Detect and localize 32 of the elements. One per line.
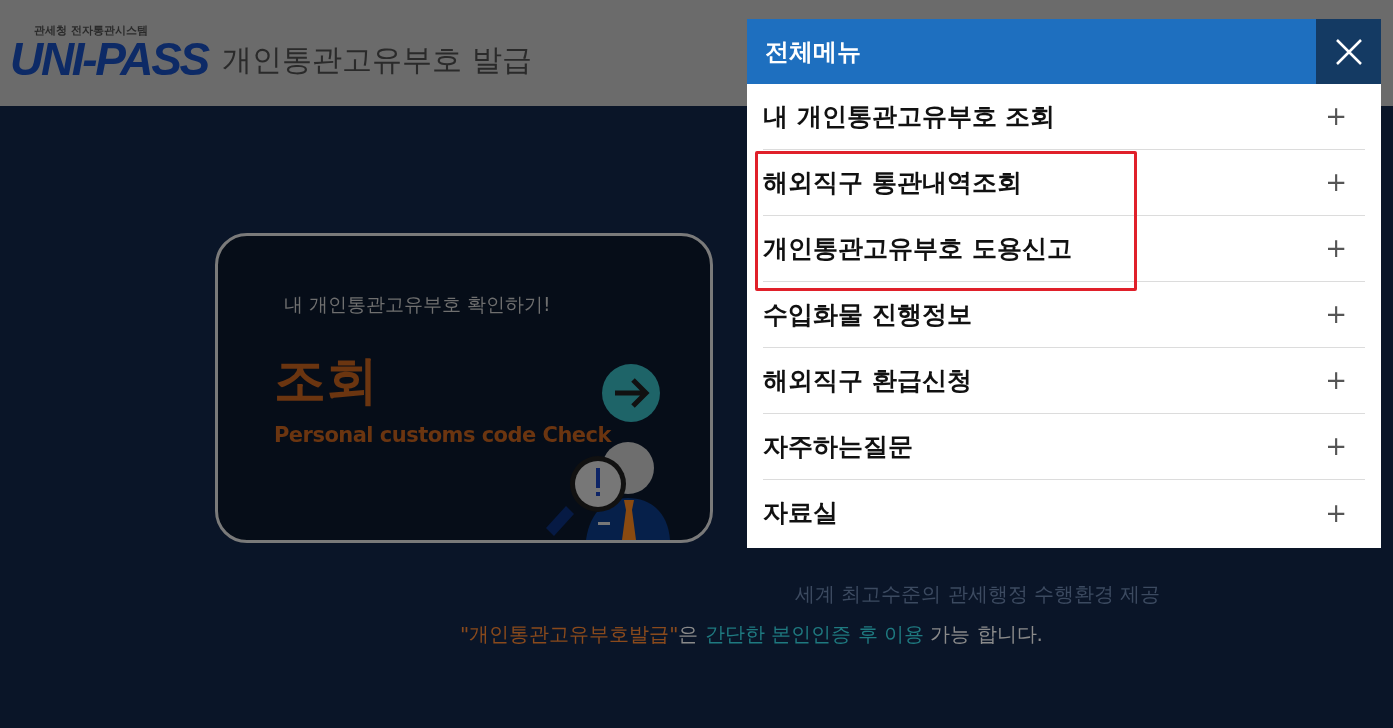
expand-icon[interactable]: + [1325,163,1347,202]
menu-title: 전체메뉴 [747,19,1316,84]
expand-icon[interactable]: + [1325,493,1347,533]
notice-text: "개인통관고유부호발급"은 간단한 본인인증 후 이용 가능 합니다. [460,621,1043,648]
menu-item-label: 자료실 [763,497,838,530]
expand-icon[interactable]: + [1325,295,1347,334]
agency-label: 관세청 전자통관시스템 [34,24,149,36]
card-subtitle: Personal customs code Check [274,422,611,449]
menu-item-label: 개인통관고유부호 도용신고 [763,232,1072,265]
expand-icon[interactable]: + [1325,97,1347,136]
expand-icon[interactable]: + [1325,427,1347,466]
menu-item-label: 해외직구 환급신청 [763,364,972,397]
expand-icon[interactable]: + [1325,361,1347,400]
menu-item[interactable]: 해외직구 환급신청 + [763,348,1365,414]
menu-item[interactable]: 자료실 + [763,480,1365,546]
close-button[interactable] [1316,19,1381,84]
menu-item[interactable]: 내 개인통관고유부호 조회 + [763,84,1365,150]
close-icon [1334,37,1363,66]
menu-item-label: 수입화물 진행정보 [763,298,972,331]
card-prompt: 내 개인통관고유부호 확인하기! [284,292,551,317]
menu-item-label: 해외직구 통관내역조회 [763,166,1022,199]
tagline-text: 세계 최고수준의 관세행정 수행환경 제공 [795,581,1161,608]
page-title: 개인통관고유부호 발급 [222,40,532,79]
menu-item-label: 자주하는질문 [763,430,913,463]
menu-item[interactable]: 해외직구 통관내역조회 + [763,150,1365,216]
menu-item-label: 내 개인통관고유부호 조회 [763,100,1056,133]
expand-icon[interactable]: + [1325,229,1347,268]
menu-item[interactable]: 개인통관고유부호 도용신고 + [763,216,1365,282]
lookup-card[interactable]: 내 개인통관고유부호 확인하기! 조회 Personal customs code Check [215,233,713,543]
card-title: 조회 [274,354,378,406]
menu-item[interactable]: 자주하는질문 + [763,414,1365,480]
menu-item[interactable]: 수입화물 진행정보 + [763,282,1365,348]
